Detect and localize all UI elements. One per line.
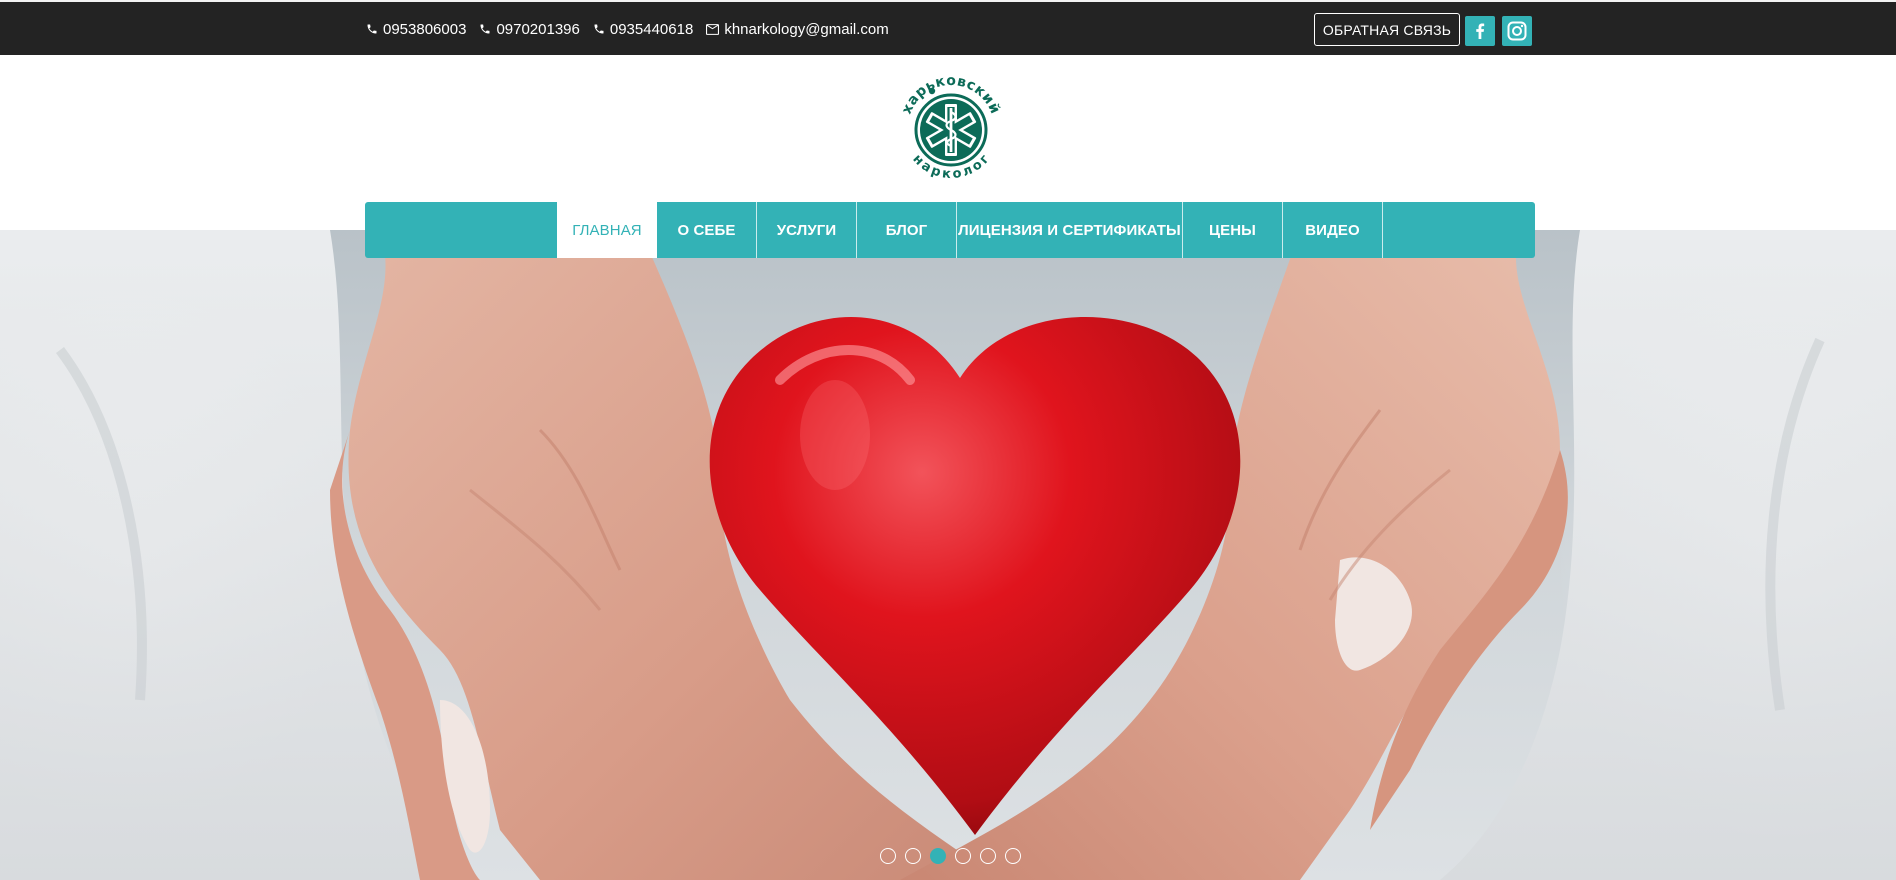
mail-icon	[706, 23, 720, 35]
logo-emblem: харьковский нарколог	[899, 73, 1003, 182]
nav-item-blog[interactable]: БЛОГ	[857, 202, 957, 258]
phone-link-1[interactable]: 0953806003	[366, 21, 466, 38]
slider-pagination	[880, 848, 1021, 864]
top-bar: 0953806003 0970201396 0935440618 khnarko…	[0, 0, 1896, 55]
hero-image	[0, 230, 1896, 880]
nav-item-about[interactable]: О СЕБЕ	[657, 202, 757, 258]
nav-item-video[interactable]: ВИДЕО	[1283, 202, 1383, 258]
facebook-link[interactable]	[1465, 16, 1495, 46]
nav-item-licenses[interactable]: ЛИЦЕНЗИЯ И СЕРТИФИКАТЫ	[957, 202, 1183, 258]
slider-dot-6[interactable]	[1005, 848, 1021, 864]
slider-dot-1[interactable]	[880, 848, 896, 864]
email-address: khnarkology@gmail.com	[724, 20, 889, 38]
phone-link-3[interactable]: 0935440618	[593, 21, 693, 38]
contact-list: 0953806003 0970201396 0935440618 khnarko…	[366, 18, 889, 40]
slider-dot-4[interactable]	[955, 848, 971, 864]
slider-dot-5[interactable]	[980, 848, 996, 864]
phone-icon	[594, 24, 604, 34]
feedback-button[interactable]: ОБРАТНАЯ СВЯЗЬ	[1314, 13, 1460, 46]
site-logo[interactable]: харьковский нарколог	[896, 72, 1006, 184]
nav-item-home[interactable]: ГЛАВНАЯ	[557, 202, 657, 258]
phone-number: 0970201396	[496, 20, 580, 38]
nav-item-services[interactable]: УСЛУГИ	[757, 202, 857, 258]
phone-number: 0935440618	[609, 20, 694, 38]
phone-icon	[367, 24, 377, 34]
email-link[interactable]: khnarkology@gmail.com	[706, 20, 889, 38]
hero-slider	[0, 230, 1896, 880]
phone-icon	[480, 24, 490, 34]
instagram-link[interactable]	[1502, 16, 1532, 46]
main-navigation: ГЛАВНАЯ О СЕБЕ УСЛУГИ БЛОГ ЛИЦЕНЗИЯ И СЕ…	[365, 202, 1535, 258]
slider-dot-3[interactable]	[930, 848, 946, 864]
phone-number: 0953806003	[383, 20, 467, 38]
facebook-icon	[1476, 23, 1485, 39]
nav-item-prices[interactable]: ЦЕНЫ	[1183, 202, 1283, 258]
phone-link-2[interactable]: 0970201396	[479, 20, 580, 38]
slider-dot-2[interactable]	[905, 848, 921, 864]
instagram-icon	[1507, 21, 1527, 41]
